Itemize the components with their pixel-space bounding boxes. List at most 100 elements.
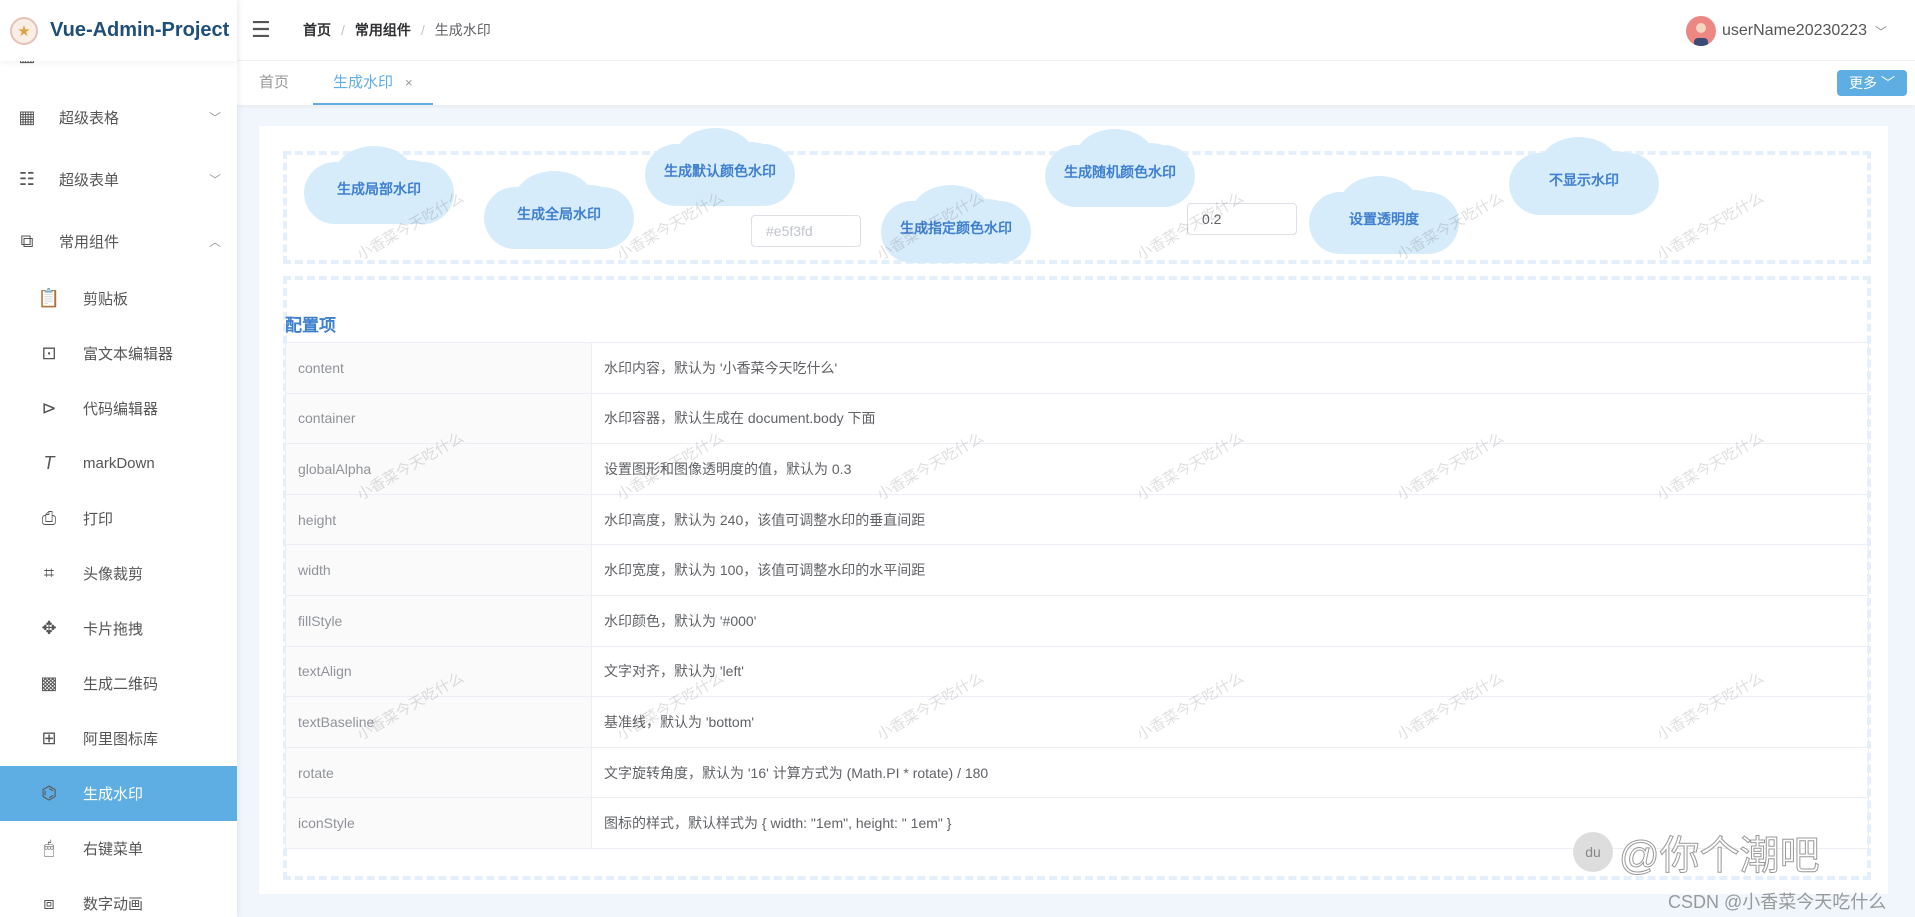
top-header: ☰ 首页 / 常用组件 / 生成水印 userName20230223 ﹀ <box>237 0 1915 61</box>
text-box-icon: ⊡ <box>41 343 57 363</box>
chevron-down-icon: ﹀ <box>208 111 221 125</box>
config-key: globalAlpha <box>285 443 592 495</box>
breadcrumb-home[interactable]: 首页 <box>303 20 331 40</box>
breadcrumb-current: 生成水印 <box>434 22 491 38</box>
config-table: content 水印内容，默认为 '小香菜今天吃什么' container 水印容器，… <box>285 342 1869 849</box>
tabs-bar: 首页 生成水印 × 更多 ﹀ <box>237 61 1915 105</box>
breadcrumb-components[interactable]: 常用组件 <box>355 20 411 40</box>
sidebar-item-avatar-crop[interactable]: ⌗ 头像裁剪 <box>0 546 237 601</box>
baidu-text: @你个潮吧 <box>1619 834 1821 879</box>
table-row: globalAlpha 设置图形和图像透明度的值，默认为 0.3 <box>285 443 1869 495</box>
config-desc: 文字旋转角度，默认为 '16' 计算方式为 (Math.PI * rotate)… <box>591 746 1869 799</box>
config-key: fillStyle <box>285 594 592 647</box>
mouse-icon: 🖱 <box>43 838 55 858</box>
color-input[interactable]: #e5f3fd <box>751 215 861 247</box>
move-icon: ✥ <box>41 618 57 638</box>
hide-watermark-button[interactable]: 不显示水印 <box>1509 137 1659 215</box>
table-row: fillStyle 水印颜色，默认为 '#000' <box>285 594 1869 647</box>
set-alpha-button[interactable]: 设置透明度 <box>1309 176 1459 254</box>
sidebar-item-ali-icons[interactable]: ⊞ 阿里图标库 <box>0 711 237 766</box>
chevron-down-icon: ﹀ <box>208 173 221 187</box>
table-row: width 水印宽度，默认为 100，该值可调整水印的水平间距 <box>285 544 1869 596</box>
breadcrumb-separator: / <box>420 22 425 38</box>
chevron-down-icon: ﹀ <box>1880 75 1895 91</box>
crop-icon: ⌗ <box>43 563 55 583</box>
browser-click-icon: ⧈ <box>43 893 55 913</box>
sidebar-item-number-animation[interactable]: ⧈ 数字动画 <box>0 876 237 917</box>
config-desc: 水印内容，默认为 '小香菜今天吃什么' <box>591 342 1869 394</box>
sidebar-item-super-table[interactable]: ▦ 超级表格 ﹀ <box>0 90 237 145</box>
config-key: content <box>285 342 592 394</box>
csdn-watermark: CSDN @小香菜今天吃什么 <box>1668 892 1887 912</box>
table-row: container 水印容器，默认生成在 document.body 下面 <box>285 392 1869 445</box>
random-color-watermark-button[interactable]: 生成随机颜色水印 <box>1045 129 1195 207</box>
sidebar-item-rich-text[interactable]: ⊡ 富文本编辑器 <box>0 326 237 381</box>
sidebar-item-clipboard[interactable]: 📋 剪贴板 <box>0 271 237 326</box>
clipboard-icon: 📋 <box>37 288 61 308</box>
global-watermark-button[interactable]: 生成全局水印 <box>484 171 634 249</box>
config-key: rotate <box>285 746 592 799</box>
close-icon[interactable]: × <box>405 75 413 90</box>
app-title: Vue-Admin-Project <box>50 19 230 41</box>
puzzle-icon: ⧉ <box>20 231 34 251</box>
table-row: rotate 文字旋转角度，默认为 '16' 计算方式为 (Math.PI * r… <box>285 746 1869 799</box>
tab-label: 生成水印 <box>333 74 394 91</box>
terminal-icon: ⊳ <box>41 398 57 418</box>
config-desc: 水印宽度，默认为 100，该值可调整水印的水平间距 <box>591 544 1869 596</box>
table-row: content 水印内容，默认为 '小香菜今天吃什么' <box>285 342 1869 394</box>
table-row: textAlign 文字对齐，默认为 'left' <box>285 645 1869 698</box>
sidebar-item-print[interactable]: ⎙ 打印 <box>0 491 237 546</box>
baidu-paw-icon: du <box>1573 832 1613 872</box>
printer-icon: ⎙ <box>41 508 57 528</box>
config-desc: 设置图形和图像透明度的值，默认为 0.3 <box>591 443 1869 495</box>
avatar <box>1685 16 1716 46</box>
logo-icon: ★ <box>10 16 38 45</box>
breadcrumb-separator: / <box>341 22 345 38</box>
config-key: textAlign <box>285 645 592 698</box>
config-key: height <box>285 493 592 546</box>
config-title: 配置项 <box>285 316 336 335</box>
username: userName20230223 <box>1721 22 1867 39</box>
config-desc: 文字对齐，默认为 'left' <box>591 645 1869 698</box>
local-watermark-button[interactable]: 生成局部水印 <box>304 146 454 224</box>
config-desc: 水印颜色，默认为 '#000' <box>591 594 1869 647</box>
table-icon: ▦ <box>18 107 36 127</box>
sidebar-item-watermark[interactable]: ⌬ 生成水印 <box>0 766 237 821</box>
config-key: width <box>285 544 592 596</box>
tab-watermark[interactable]: 生成水印 × <box>313 61 433 105</box>
user-menu[interactable]: userName20230223 ﹀ <box>1685 16 1887 46</box>
sidebar-item-common-components[interactable]: ⧉ 常用组件 ︿ <box>0 214 237 269</box>
config-desc: 水印高度，默认为 240，该值可调整水印的垂直间距 <box>591 493 1869 546</box>
baidu-watermark: du @你个潮吧 <box>1573 823 1820 881</box>
content-card: 生成局部水印 生成全局水印 生成默认颜色水印 #e5f3fd 生成指定颜色水印 … <box>259 126 1888 894</box>
config-desc: 水印容器，默认生成在 document.body 下面 <box>591 392 1869 445</box>
chevron-down-icon: ﹀ <box>1874 24 1887 39</box>
specified-color-watermark-button[interactable]: 生成指定颜色水印 <box>881 185 1031 263</box>
sidebar-item-code-editor[interactable]: ⊳ 代码编辑器 <box>0 381 237 436</box>
sidebar-item-qrcode[interactable]: ▩ 生成二维码 <box>0 656 237 711</box>
alpha-input[interactable]: 0.2 <box>1187 203 1297 235</box>
sidebar-item-context-menu[interactable]: 🖱 右键菜单 <box>0 821 237 876</box>
table-row: textBaseline 基准线，默认为 'bottom' <box>285 696 1869 748</box>
table-row: height 水印高度，默认为 240，该值可调整水印的垂直间距 <box>285 493 1869 546</box>
tab-home[interactable]: 首页 <box>259 61 289 105</box>
config-key: container <box>285 392 592 445</box>
breadcrumb: 首页 / 常用组件 / 生成水印 <box>303 20 491 40</box>
config-desc: 基准线，默认为 'bottom' <box>591 696 1869 748</box>
more-label: 更多 <box>1849 75 1878 91</box>
sidebar-item-card-drag[interactable]: ✥ 卡片拖拽 <box>0 601 237 656</box>
sidebar-item-super-form[interactable]: ☷ 超级表单 ﹀ <box>0 152 237 207</box>
watermark-icon: ⌬ <box>41 783 57 803</box>
app-logo[interactable]: ★ Vue-Admin-Project <box>0 0 237 61</box>
default-color-watermark-button[interactable]: 生成默认颜色水印 <box>645 128 795 206</box>
sidebar: ▥Echarts ▦超级表格﹀ ☷超级表单﹀ ⧉常用组件︿ 📋剪贴板 ⊡富文本编… <box>0 0 237 917</box>
clear-format-icon: T <box>43 453 55 473</box>
config-key: textBaseline <box>285 696 592 748</box>
qrcode-icon: ▩ <box>40 673 58 693</box>
config-key: iconStyle <box>285 797 592 849</box>
chevron-up-icon: ︿ <box>208 235 221 249</box>
form-icon: ☷ <box>18 169 36 189</box>
collapse-menu-icon[interactable]: ☰ <box>251 17 279 43</box>
sidebar-item-markdown[interactable]: TmarkDown <box>0 436 237 491</box>
more-button[interactable]: 更多 ﹀ <box>1837 70 1907 96</box>
